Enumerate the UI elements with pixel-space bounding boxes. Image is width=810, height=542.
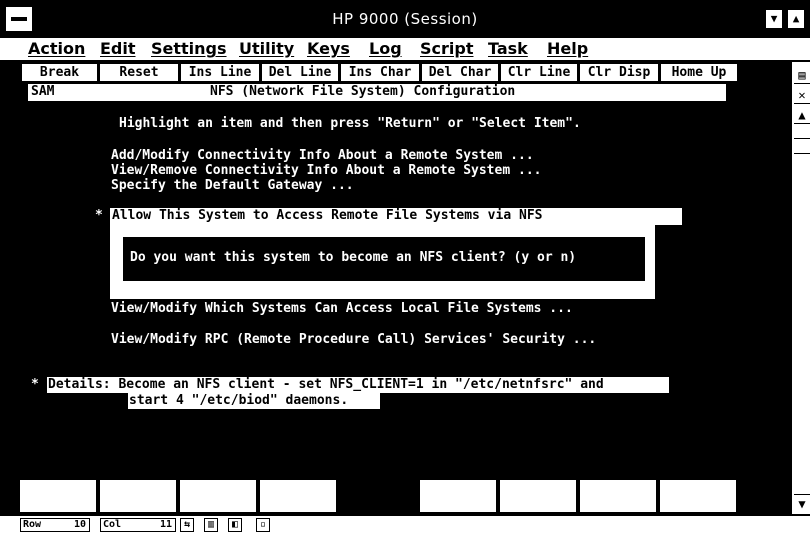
details-marker: * [31, 377, 39, 392]
menu-script[interactable]: Script [420, 39, 473, 58]
menu-item-default-gateway[interactable]: Specify the Default Gateway ... [111, 178, 354, 193]
softkey-f1[interactable] [20, 480, 96, 512]
menu-item-view-remove-connectivity[interactable]: View/Remove Connectivity Info About a Re… [111, 163, 541, 178]
break-key-button[interactable]: Break [22, 64, 97, 81]
softkey-f3[interactable] [180, 480, 256, 512]
terminal-key-bar: Break Reset Ins Line Del Line Ins Char D… [0, 62, 790, 82]
scroll-thumb[interactable] [794, 138, 810, 154]
row-value: 10 [73, 519, 86, 530]
menu-item-allow-remote-nfs[interactable]: Allow This System to Access Remote File … [112, 208, 542, 223]
header-left-label: SAM [31, 84, 55, 99]
clr-disp-key-button[interactable]: Clr Disp [580, 64, 658, 81]
menu-item-rpc-security[interactable]: View/Modify RPC (Remote Procedure Call) … [111, 332, 596, 347]
capture-icon[interactable]: ◧ [228, 518, 242, 532]
details-text-line-1: Details: Become an NFS client - set NFS_… [48, 377, 604, 392]
scroll-down-arrow-icon[interactable]: ▼ [794, 494, 810, 512]
menu-utility[interactable]: Utility [239, 39, 294, 58]
row-indicator: Row 10 [20, 518, 90, 532]
transfer-arrows-icon[interactable]: ⇆ [180, 518, 194, 532]
home-up-key-button[interactable]: Home Up [661, 64, 737, 81]
menu-item-add-modify-connectivity[interactable]: Add/Modify Connectivity Info About a Rem… [111, 148, 534, 163]
sam-header-bar: SAM NFS (Network File System) Configurat… [28, 84, 726, 101]
details-text-line-2: start 4 "/etc/biod" daemons. [129, 393, 349, 408]
menu-edit[interactable]: Edit [100, 39, 136, 58]
scroll-close-icon[interactable]: ✕ [794, 86, 810, 104]
menu-settings[interactable]: Settings [151, 39, 227, 58]
vertical-scrollbar[interactable]: ▤ ✕ ▲ ▼ [790, 62, 810, 514]
scroll-up-arrow-icon[interactable]: ▲ [794, 106, 810, 124]
window-title: HP 9000 (Session) [332, 10, 478, 28]
menu-action[interactable]: Action [28, 39, 85, 58]
softkey-f5[interactable] [420, 480, 496, 512]
screen-title: NFS (Network File System) Configuration [210, 84, 516, 99]
maximize-button[interactable]: ▲ [786, 8, 806, 30]
terminal-screen[interactable]: SAM NFS (Network File System) Configurat… [0, 82, 790, 514]
status-box-icon[interactable]: ▫ [256, 518, 270, 532]
selected-marker: * [95, 208, 103, 223]
dialog-prompt: Do you want this system to become an NFS… [123, 237, 645, 281]
status-bar: Row 10 Col 11 ⇆ ▥ ◧ ▫ [0, 514, 810, 542]
menu-help[interactable]: Help [547, 39, 588, 58]
softkey-f2[interactable] [100, 480, 176, 512]
softkey-f6[interactable] [500, 480, 576, 512]
menu-item-local-file-systems[interactable]: View/Modify Which Systems Can Access Loc… [111, 301, 573, 316]
title-bar: HP 9000 (Session) ▼ ▲ [0, 0, 810, 38]
menu-bar: Action Edit Settings Utility Keys Log Sc… [0, 38, 810, 62]
menu-task[interactable]: Task [488, 39, 528, 58]
del-char-key-button[interactable]: Del Char [422, 64, 498, 81]
softkey-row [0, 478, 790, 514]
nfs-client-dialog: Do you want this system to become an NFS… [110, 225, 655, 299]
col-value: 11 [159, 519, 172, 530]
menu-keys[interactable]: Keys [307, 39, 350, 58]
menu-log[interactable]: Log [369, 39, 402, 58]
ins-line-key-button[interactable]: Ins Line [181, 64, 259, 81]
ins-char-key-button[interactable]: Ins Char [341, 64, 419, 81]
log-printer-icon[interactable]: ▥ [204, 518, 218, 532]
softkey-f7[interactable] [580, 480, 656, 512]
instruction-text: Highlight an item and then press "Return… [119, 116, 581, 131]
minimize-button[interactable]: ▼ [764, 8, 784, 30]
row-label: Row [23, 519, 42, 530]
clr-line-key-button[interactable]: Clr Line [501, 64, 577, 81]
softkey-f4[interactable] [260, 480, 336, 512]
del-line-key-button[interactable]: Del Line [262, 64, 338, 81]
reset-key-button[interactable]: Reset [100, 64, 178, 81]
scroll-option-icon[interactable]: ▤ [794, 66, 810, 84]
softkey-f8[interactable] [660, 480, 736, 512]
col-indicator: Col 11 [100, 518, 176, 532]
col-label: Col [103, 519, 122, 530]
